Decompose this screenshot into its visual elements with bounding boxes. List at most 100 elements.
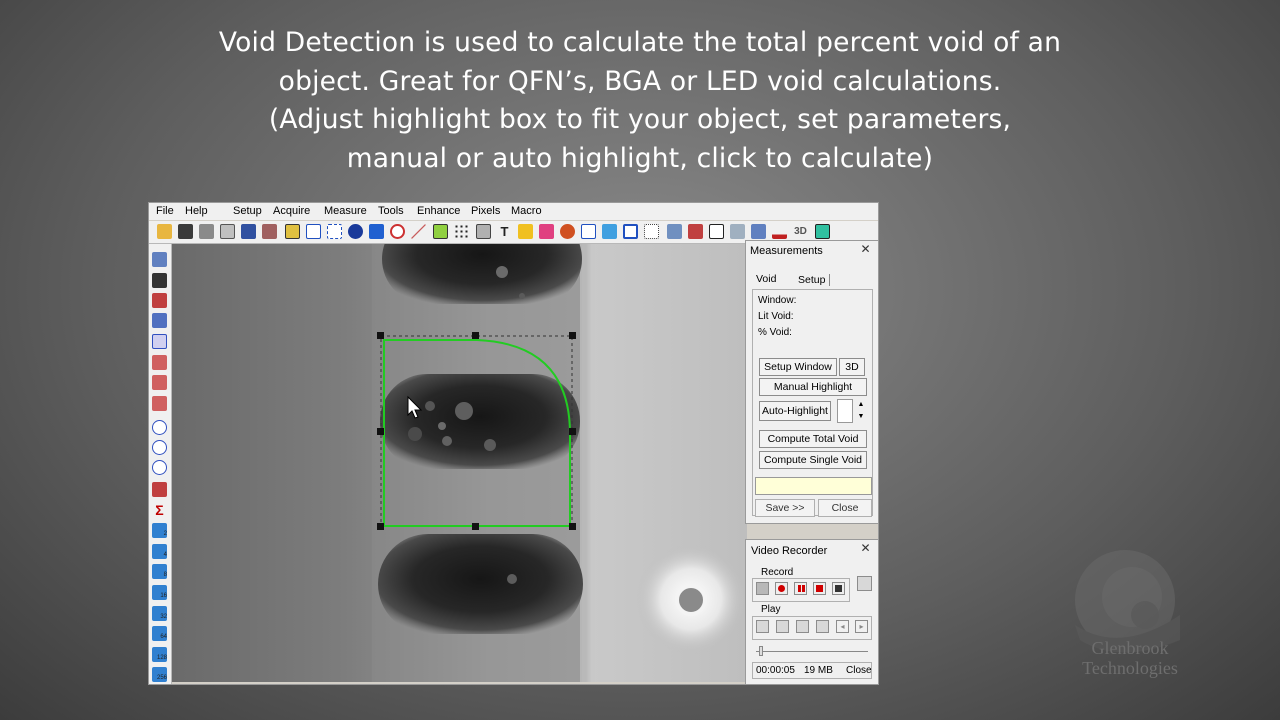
menu-measure[interactable]: Measure bbox=[324, 205, 367, 217]
menu-help[interactable]: Help bbox=[185, 205, 208, 217]
flip-icon[interactable] bbox=[152, 293, 167, 308]
menu-file[interactable]: File bbox=[156, 205, 174, 217]
play-button[interactable] bbox=[756, 620, 769, 633]
rotate-icon[interactable] bbox=[152, 252, 167, 267]
level-2-icon[interactable] bbox=[152, 375, 167, 390]
record-button[interactable] bbox=[775, 582, 788, 595]
box-measure-icon[interactable] bbox=[327, 224, 342, 239]
open-folder-icon[interactable] bbox=[157, 224, 172, 239]
capture-icon[interactable] bbox=[152, 273, 167, 288]
recording-time: 00:00:05 bbox=[756, 665, 795, 676]
three-d-button[interactable]: 3D bbox=[839, 358, 865, 376]
sigma-icon[interactable]: Σ bbox=[152, 503, 167, 518]
frame-average-128-icon[interactable]: 128 bbox=[152, 647, 167, 662]
play-label: Play bbox=[761, 604, 781, 615]
settings-icon[interactable] bbox=[751, 224, 766, 239]
tool-icon[interactable] bbox=[262, 224, 277, 239]
close-icon[interactable]: ✕ bbox=[859, 243, 872, 255]
menu-pixels[interactable]: Pixels bbox=[471, 205, 500, 217]
video-recorder-title: Video Recorder bbox=[751, 545, 828, 557]
play-pause-button[interactable] bbox=[776, 620, 789, 633]
void-detect-icon[interactable] bbox=[433, 224, 448, 239]
mirror-icon[interactable] bbox=[152, 313, 167, 328]
select-icon[interactable] bbox=[644, 224, 659, 239]
curve-adjust-icon[interactable] bbox=[152, 334, 167, 349]
pause-button[interactable] bbox=[794, 582, 807, 595]
eraser-icon[interactable] bbox=[539, 224, 554, 239]
frame-average-256-icon[interactable]: 256 bbox=[152, 667, 167, 682]
camera-icon[interactable] bbox=[241, 224, 256, 239]
frame-average-2-icon[interactable]: 2 bbox=[152, 523, 167, 538]
print-preview-icon[interactable] bbox=[220, 224, 235, 239]
report-icon[interactable] bbox=[476, 224, 491, 239]
save-disk-icon[interactable] bbox=[178, 224, 193, 239]
save-button[interactable]: Save >> bbox=[755, 499, 815, 517]
step-forward-icon[interactable]: ▸ bbox=[855, 620, 868, 633]
watermark-text: Glenbrook Technologies bbox=[1060, 638, 1200, 678]
compute-total-void-button[interactable]: Compute Total Void bbox=[759, 430, 867, 448]
playback-slider-thumb[interactable] bbox=[759, 646, 763, 656]
xray-image[interactable] bbox=[172, 244, 747, 682]
target-icon[interactable] bbox=[390, 224, 405, 239]
zoom-in-icon[interactable] bbox=[152, 440, 167, 455]
film-icon[interactable] bbox=[815, 224, 830, 239]
play-stop-button[interactable] bbox=[796, 620, 809, 633]
menu-acquire[interactable]: Acquire bbox=[273, 205, 310, 217]
playback-slider-track[interactable] bbox=[756, 651, 868, 652]
frame-average-16-icon[interactable]: 16 bbox=[152, 585, 167, 600]
spinner-arrows-icon[interactable]: ▲ ▼ bbox=[855, 399, 867, 423]
menu-enhance[interactable]: Enhance bbox=[417, 205, 460, 217]
recording-size: 19 MB bbox=[804, 665, 833, 676]
zoom-out-icon[interactable] bbox=[152, 460, 167, 475]
watermark-line-2: Technologies bbox=[1082, 658, 1178, 678]
stop-square-icon[interactable] bbox=[709, 224, 724, 239]
manual-highlight-button[interactable]: Manual Highlight bbox=[759, 378, 867, 396]
close-button[interactable]: Close bbox=[818, 499, 872, 517]
frame-average-8-icon[interactable]: 8 bbox=[152, 564, 167, 579]
menu-setup[interactable]: Setup bbox=[233, 205, 262, 217]
stop-button[interactable] bbox=[813, 582, 826, 595]
camera-select-icon[interactable] bbox=[756, 582, 769, 595]
overlay-icon[interactable] bbox=[688, 224, 703, 239]
histogram-equalize-icon[interactable] bbox=[152, 482, 167, 497]
frame-average-32-icon[interactable]: 32 bbox=[152, 606, 167, 621]
video-close-button[interactable]: Close bbox=[846, 665, 872, 676]
print-icon[interactable] bbox=[199, 224, 214, 239]
save-video-icon[interactable] bbox=[832, 582, 845, 595]
play-record-button[interactable] bbox=[816, 620, 829, 633]
frame-average-4-icon[interactable]: 4 bbox=[152, 544, 167, 559]
grid-dots-icon[interactable] bbox=[454, 224, 469, 239]
text-icon[interactable]: T bbox=[497, 224, 512, 239]
auto-highlight-button[interactable]: Auto-Highlight bbox=[759, 401, 831, 421]
auto-highlight-value-field[interactable] bbox=[837, 399, 853, 423]
compute-single-void-button[interactable]: Compute Single Void bbox=[759, 451, 867, 469]
close-icon[interactable]: ✕ bbox=[859, 542, 872, 554]
line-measure-icon[interactable] bbox=[306, 224, 321, 239]
left-toolbar: Σ 2 4 8 16 32 64 128 256 bbox=[149, 244, 172, 684]
arrow-annotate-icon[interactable] bbox=[518, 224, 533, 239]
tab-void[interactable]: Void bbox=[756, 273, 776, 285]
dimension-icon[interactable] bbox=[369, 224, 384, 239]
tab-setup[interactable]: Setup bbox=[798, 274, 831, 286]
frame-average-64-icon[interactable]: 64 bbox=[152, 626, 167, 641]
histogram-icon[interactable] bbox=[772, 224, 787, 239]
menu-tools[interactable]: Tools bbox=[378, 205, 404, 217]
zoom-box-icon[interactable] bbox=[730, 224, 745, 239]
snapshot-button[interactable] bbox=[857, 576, 872, 591]
setup-window-button[interactable]: Setup Window bbox=[759, 358, 837, 376]
window-icon[interactable] bbox=[602, 224, 617, 239]
color-icon[interactable] bbox=[560, 224, 575, 239]
table-icon[interactable] bbox=[623, 224, 638, 239]
level-3-icon[interactable] bbox=[152, 396, 167, 411]
zoom-icon[interactable] bbox=[152, 420, 167, 435]
three-d-icon[interactable]: 3D bbox=[793, 224, 808, 239]
menu-macro[interactable]: Macro bbox=[511, 205, 542, 217]
step-back-icon[interactable]: ◂ bbox=[836, 620, 849, 633]
circle-measure-icon[interactable] bbox=[348, 224, 363, 239]
compare-icon[interactable] bbox=[667, 224, 682, 239]
result-output-field bbox=[755, 477, 872, 495]
curve-icon[interactable] bbox=[411, 224, 426, 239]
grid-icon[interactable] bbox=[581, 224, 596, 239]
roi-icon[interactable] bbox=[285, 224, 300, 239]
level-1-icon[interactable] bbox=[152, 355, 167, 370]
